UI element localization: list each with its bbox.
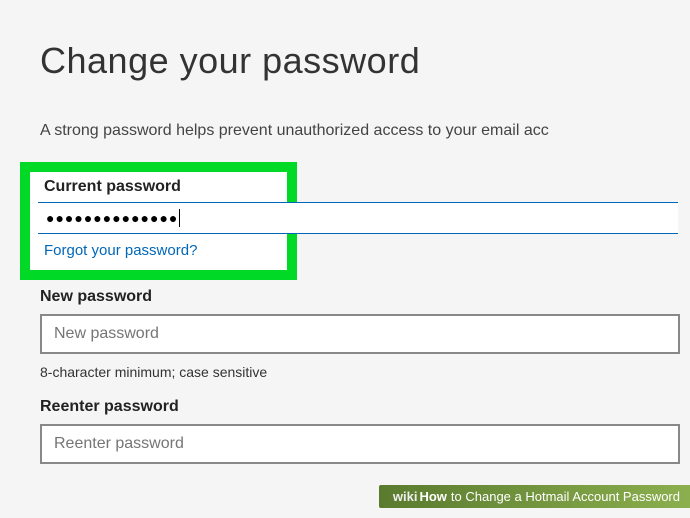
password-hint: 8-character minimum; case sensitive bbox=[40, 364, 690, 380]
reenter-password-group: Reenter password bbox=[40, 398, 690, 464]
current-password-label: Current password bbox=[44, 178, 273, 196]
reenter-password-label: Reenter password bbox=[40, 398, 690, 416]
reenter-password-input[interactable] bbox=[40, 424, 680, 464]
subtitle-text: A strong password helps prevent unauthor… bbox=[40, 122, 690, 140]
wiki-logo-suffix: How bbox=[419, 489, 446, 504]
current-password-highlight: Current password ●●●●●●●●●●●●●● Forgot y… bbox=[20, 162, 297, 280]
page-title: Change your password bbox=[40, 40, 690, 82]
text-cursor bbox=[179, 209, 180, 227]
password-dots: ●●●●●●●●●●●●●● bbox=[46, 210, 178, 226]
new-password-input[interactable] bbox=[40, 314, 680, 354]
current-password-input[interactable]: ●●●●●●●●●●●●●● bbox=[38, 202, 678, 234]
wiki-logo-prefix: wiki bbox=[393, 489, 418, 504]
wikihow-banner: wikiHow to Change a Hotmail Account Pass… bbox=[379, 485, 690, 508]
new-password-label: New password bbox=[40, 288, 690, 306]
new-password-group: New password 8-character minimum; case s… bbox=[40, 288, 690, 380]
forgot-password-link[interactable]: Forgot your password? bbox=[44, 242, 197, 259]
banner-text: to Change a Hotmail Account Password bbox=[451, 489, 680, 504]
